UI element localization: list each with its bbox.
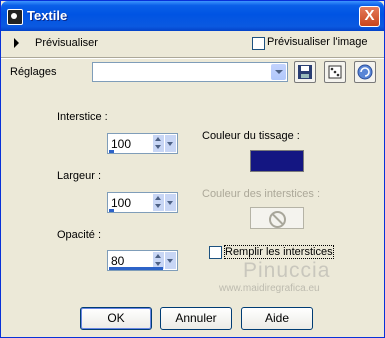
largeur-value[interactable]: 100: [111, 196, 131, 210]
app-icon: [7, 9, 23, 25]
help-button[interactable]: Aide: [241, 307, 313, 330]
remplir-checkbox[interactable]: [209, 246, 222, 259]
title-bar[interactable]: Textile X: [1, 1, 384, 31]
randomize-button[interactable]: [324, 61, 346, 83]
opacite-label: Opacité :: [57, 229, 102, 241]
reset-icon: [357, 64, 373, 80]
chevron-down-icon[interactable]: [165, 135, 176, 152]
save-preset-button[interactable]: [294, 61, 316, 83]
opacite-value[interactable]: 80: [111, 254, 124, 268]
expand-triangle-icon[interactable]: [14, 38, 19, 48]
opacite-slider[interactable]: [109, 267, 163, 270]
interstice-value[interactable]: 100: [111, 137, 131, 151]
preview-image-label[interactable]: Prévisualiser l'image: [267, 36, 368, 48]
dice-icon: [328, 65, 342, 79]
ok-button[interactable]: OK: [80, 307, 152, 330]
watermark-url: www.maidiregrafica.eu: [219, 283, 320, 294]
settings-dropdown[interactable]: [92, 62, 288, 82]
spinner-arrows-icon[interactable]: [153, 194, 164, 211]
settings-label: Réglages: [10, 66, 57, 78]
window-title: Textile: [27, 8, 68, 23]
couleur-interstices-label: Couleur des interstices :: [202, 188, 320, 200]
separator: [1, 57, 384, 59]
interstice-label: Interstice :: [57, 111, 108, 123]
preview-image-checkbox[interactable]: [252, 37, 265, 50]
spinner-arrows-icon[interactable]: [153, 135, 164, 152]
reset-button[interactable]: [354, 61, 376, 83]
couleur-tissage-label: Couleur du tissage :: [202, 130, 300, 142]
chevron-down-icon[interactable]: [165, 194, 176, 211]
chevron-down-icon[interactable]: [271, 64, 286, 80]
preview-label[interactable]: Prévisualiser: [35, 37, 98, 49]
largeur-label: Largeur :: [57, 170, 102, 182]
watermark-name: Pinuccia: [243, 259, 331, 282]
largeur-slider[interactable]: [109, 209, 114, 212]
cancel-button[interactable]: Annuler: [160, 307, 232, 330]
save-icon: [298, 65, 312, 79]
opacite-spinner[interactable]: 80: [107, 250, 178, 271]
preview-row: Prévisualiser Prévisualiser l'image: [1, 31, 384, 55]
interstice-spinner[interactable]: 100: [107, 133, 178, 154]
couleur-interstices-swatch[interactable]: [250, 207, 304, 229]
no-color-icon: [269, 211, 286, 228]
dialog-window: Textile X Prévisualiser Prévisualiser l'…: [0, 0, 385, 338]
remplir-label[interactable]: Remplir les interstices: [224, 245, 334, 259]
close-button[interactable]: X: [359, 6, 380, 27]
couleur-tissage-swatch[interactable]: [250, 150, 304, 172]
largeur-spinner[interactable]: 100: [107, 192, 178, 213]
interstice-slider[interactable]: [109, 150, 114, 153]
chevron-down-icon[interactable]: [165, 252, 176, 269]
